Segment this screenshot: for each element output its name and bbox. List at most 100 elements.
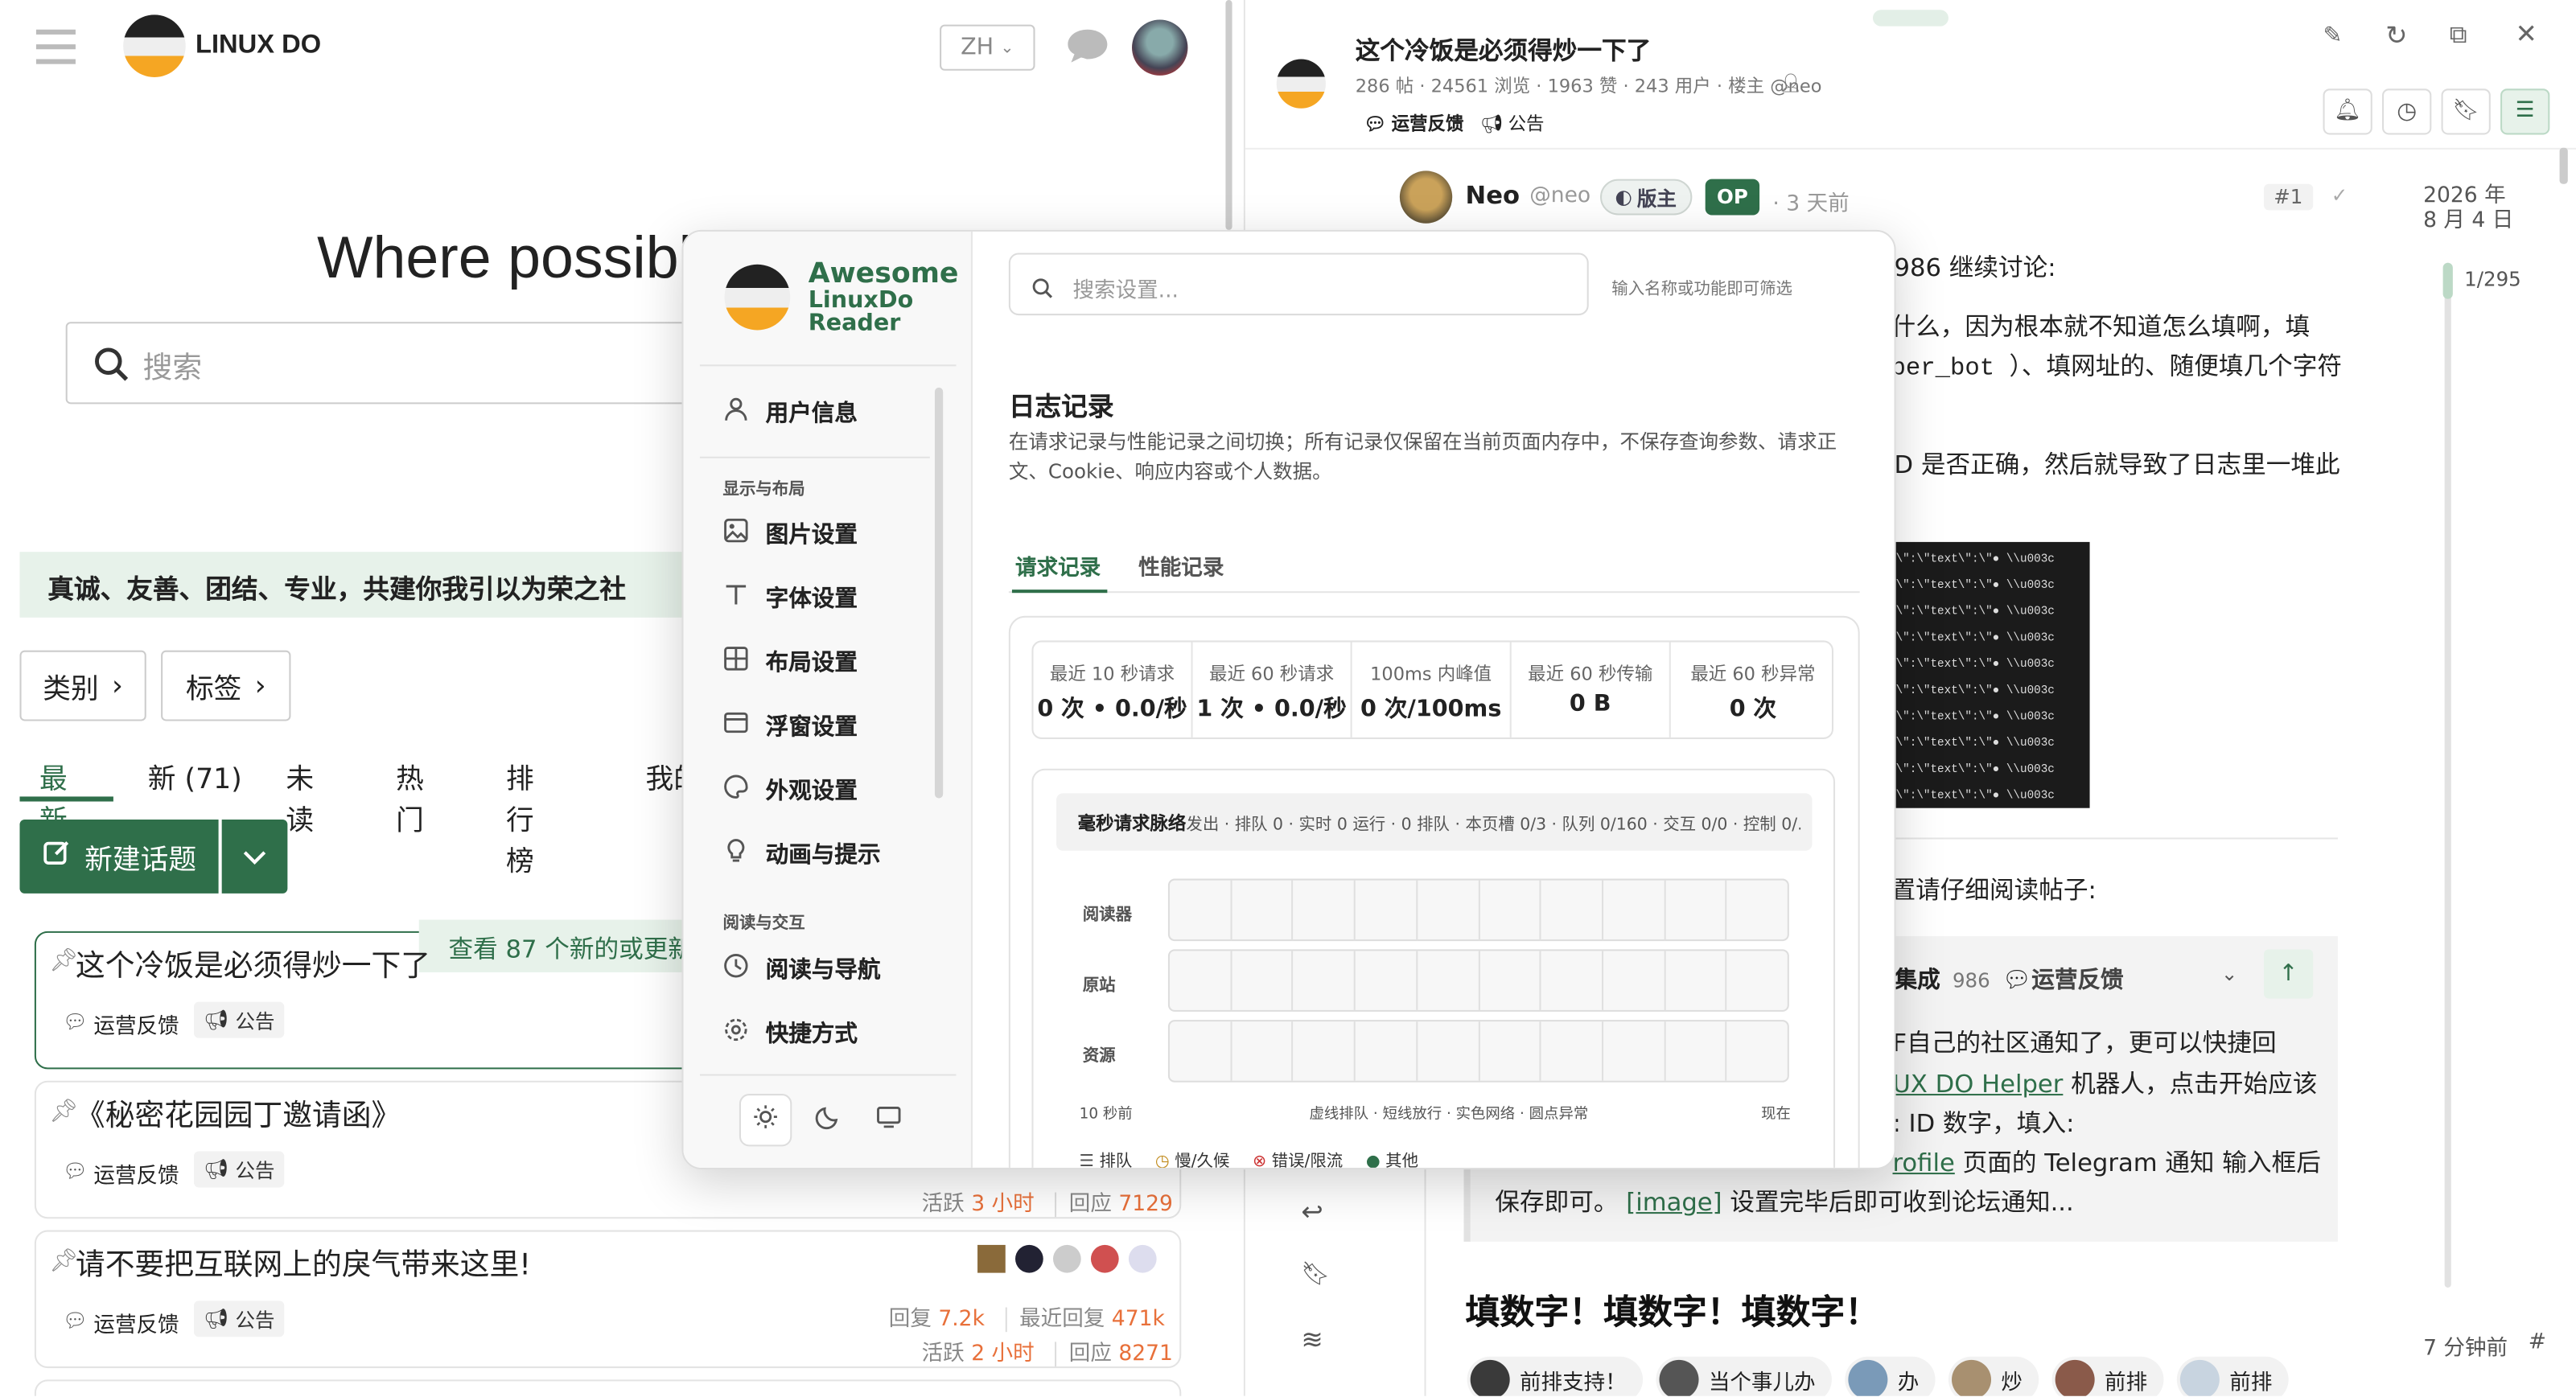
author-avatar[interactable] <box>1399 171 1453 224</box>
topic-tag[interactable]: 📢︎ 公告 <box>193 1300 285 1337</box>
author-handle[interactable]: @neo <box>1529 184 1590 209</box>
topic-title[interactable]: 请不要把互联网上的戾气带来这里! <box>76 1242 531 1284</box>
user-icon <box>723 396 750 429</box>
topic-title[interactable]: 《秘密花园园丁邀请函》 <box>76 1092 401 1135</box>
sidebar-item-shortcuts[interactable]: 快捷方式 <box>723 1012 858 1054</box>
tab-hot[interactable]: 热门 <box>396 755 424 838</box>
topic-category[interactable]: 运营反馈 <box>93 1308 179 1339</box>
bell-button[interactable]: 🔔︎ <box>2323 88 2372 135</box>
quote-number: 986 <box>1952 968 1990 992</box>
reply-icon[interactable]: ↩ <box>1301 1196 1323 1227</box>
site-logo[interactable] <box>123 14 186 77</box>
helper-bot-link[interactable]: UX DO Helper <box>1892 1069 2063 1099</box>
sidebar-item-images[interactable]: 图片设置 <box>723 512 858 555</box>
menu-icon[interactable] <box>35 29 76 64</box>
bookmark-icon[interactable]: 🔖︎ <box>1301 1261 1330 1288</box>
tags-button[interactable]: 标签 › <box>161 650 291 721</box>
new-topic-button[interactable]: 新建话题 <box>19 820 219 894</box>
new-topics-notice-text[interactable]: 查看 87 个新的或更新 <box>448 931 693 966</box>
reader-logo <box>724 264 791 331</box>
topic-category[interactable]: 运营反馈 <box>93 1009 179 1040</box>
reply-chip[interactable]: 当个事儿办 <box>1656 1356 1833 1396</box>
topic-tag[interactable]: 📢︎ 公告 <box>193 1151 285 1188</box>
recent-value: 471k <box>1111 1307 1165 1333</box>
quote-header[interactable]: 集成 986 💬︎运营反馈 <box>1895 963 2124 996</box>
lane-label: 原站 <box>1082 977 1116 996</box>
language-select[interactable]: ZH ⌄ <box>940 24 1035 71</box>
legend-item: ⊗ 错误/限流 <box>1253 1146 1343 1168</box>
timeline-handle[interactable] <box>2442 262 2453 299</box>
chevron-down-icon[interactable]: ⌄ <box>2221 963 2238 986</box>
footer-hash[interactable]: # <box>2529 1330 2546 1355</box>
author-name[interactable]: Neo <box>1466 181 1520 211</box>
post-text-5: 置请仔细阅读帖子: <box>1891 875 2097 906</box>
sidebar-item-label: 用户信息 <box>765 401 858 427</box>
settings-button[interactable]: ☰ <box>2500 88 2550 135</box>
timeline-track[interactable] <box>2444 262 2451 1288</box>
sidebar-item-user-info[interactable]: 用户信息 <box>723 391 858 433</box>
reply-chip[interactable]: 办 <box>1845 1356 1936 1396</box>
sidebar-item-appearance[interactable]: 外观设置 <box>723 769 858 811</box>
reply-label: 回应 <box>1054 1342 1112 1367</box>
theme-light-button[interactable] <box>739 1094 792 1147</box>
avatar[interactable] <box>977 1244 1006 1273</box>
history-button[interactable]: ◷ <box>2382 88 2432 135</box>
chevron-down-icon <box>243 841 266 873</box>
sidebar-item-fonts[interactable]: 字体设置 <box>723 577 858 619</box>
profile-link[interactable]: rofile <box>1892 1148 1954 1177</box>
recent-label: 最近回复 <box>1004 1307 1105 1333</box>
layers-icon[interactable]: ≋ <box>1301 1324 1323 1355</box>
sidebar-scrollbar[interactable] <box>934 387 944 799</box>
theme-system-button[interactable] <box>862 1094 915 1146</box>
quote-jump-button[interactable]: ↑ <box>2264 949 2314 999</box>
post-number[interactable]: #1 <box>2264 183 2313 211</box>
tab-new[interactable]: 新 (71) <box>148 755 242 797</box>
tab-leaderboard[interactable]: 排行榜 <box>506 755 534 879</box>
image-link[interactable]: [image] <box>1626 1187 1722 1217</box>
avatar[interactable] <box>1052 1244 1081 1273</box>
reply-chip[interactable]: 前排 <box>2176 1356 2289 1396</box>
terminal-screenshot[interactable]: \":\"text\":\"● \\u003c \":\"text\":\"● … <box>1895 541 2090 808</box>
category-button[interactable]: 类别 › <box>19 650 146 721</box>
topic-tag[interactable]: 📢︎ 公告 <box>193 1001 285 1038</box>
chat-icon[interactable] <box>1064 27 1110 66</box>
new-topic-dropdown[interactable] <box>221 820 288 894</box>
reply-chip[interactable]: 炒 <box>1948 1356 2039 1396</box>
sidebar-item-reading[interactable]: 阅读与导航 <box>723 947 881 990</box>
drag-handle[interactable] <box>1872 10 1948 27</box>
search-input[interactable]: 搜索 <box>143 345 203 388</box>
refresh-icon[interactable]: ↻ <box>2385 20 2407 51</box>
reply-chip[interactable]: 前排支持！ <box>1467 1356 1644 1396</box>
poster-avatars <box>977 1244 1157 1273</box>
terminal-line: \":\"text\":\"● \\u003c <box>1895 658 2055 672</box>
topic-card[interactable] <box>34 1379 1182 1396</box>
tab-perf[interactable]: 性能记录 <box>1138 550 1224 581</box>
scrollbar-thumb[interactable] <box>2559 147 2568 184</box>
topic-category[interactable]: 💬︎ 运营反馈 <box>1364 110 1464 137</box>
sidebar-item-layout[interactable]: 布局设置 <box>723 640 858 683</box>
settings-search[interactable]: 搜索设置... <box>1008 253 1589 316</box>
edit-icon[interactable]: ✎ <box>2323 23 2343 50</box>
tab-unread[interactable]: 未读 <box>286 755 314 838</box>
external-link-icon[interactable]: ⧉ <box>2450 20 2467 50</box>
avatar[interactable] <box>1090 1244 1119 1273</box>
avatar[interactable] <box>1128 1244 1157 1273</box>
site-name[interactable]: LINUX DO <box>195 31 321 61</box>
user-avatar[interactable] <box>1132 19 1188 76</box>
topic-tag-label: 公告 <box>1508 113 1545 135</box>
close-icon[interactable]: ✕ <box>2515 18 2537 49</box>
sidebar-item-floating[interactable]: 浮窗设置 <box>723 705 858 747</box>
theme-dark-button[interactable] <box>802 1094 854 1146</box>
bookmark-button[interactable]: 🔖︎ <box>2441 88 2491 135</box>
quote-line-2: UX DO Helper 机器人，点击开始应该 <box>1892 1066 2317 1100</box>
sidebar-item-animation[interactable]: 动画与提示 <box>723 832 881 875</box>
settings-search-input[interactable]: 搜索设置... <box>1072 273 1179 304</box>
reply-chip[interactable]: 前排 <box>2051 1356 2164 1396</box>
topic-category[interactable]: 运营反馈 <box>93 1158 179 1190</box>
terminal-line: \":\"text\":\"● \\u003c <box>1895 711 2055 725</box>
date-line-2: 8 月 4 日 <box>2423 208 2514 233</box>
topic-title[interactable]: 这个冷饭是必须得炒一下了 <box>76 943 430 985</box>
tab-requests[interactable]: 请求记录 <box>1015 550 1101 581</box>
avatar[interactable] <box>1015 1244 1043 1273</box>
topic-tag[interactable]: 📢︎ 公告 <box>1480 110 1545 137</box>
